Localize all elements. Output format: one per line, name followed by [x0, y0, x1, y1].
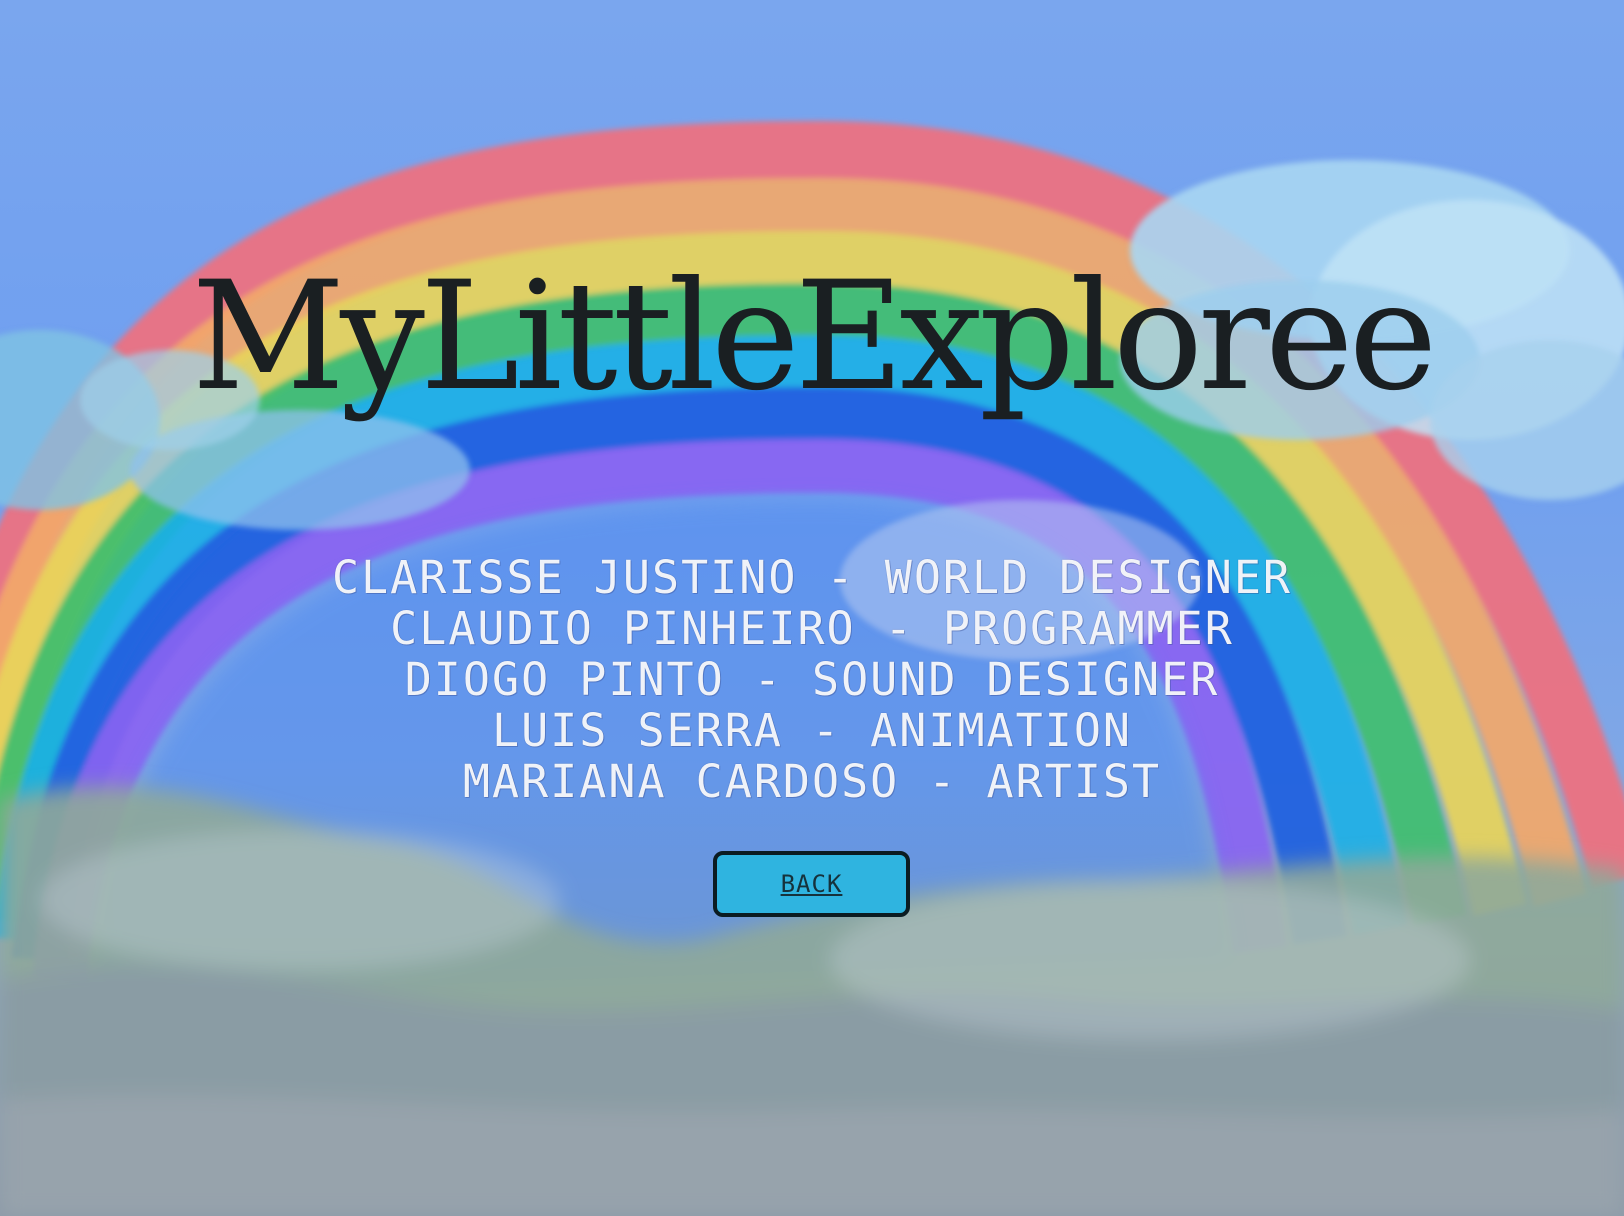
- back-button[interactable]: BACK: [713, 851, 910, 917]
- credit-line: MARIANA CARDOSO - ARTIST: [462, 755, 1162, 808]
- game-view: MyLittleExploree CLARISSE JUSTINO - WORL…: [0, 0, 1624, 1216]
- credit-line: CLAUDIO PINHEIRO - PROGRAMMER: [390, 602, 1234, 655]
- game-title: MyLittleExploree: [191, 250, 1438, 424]
- credit-line: DIOGO PINTO - SOUND DESIGNER: [404, 653, 1220, 706]
- credit-line: LUIS SERRA - ANIMATION: [491, 704, 1133, 757]
- credit-line: CLARISSE JUSTINO - WORLD DESIGNER: [331, 551, 1293, 604]
- credits-list: CLARISSE JUSTINO - WORLD DESIGNER CLAUDI…: [0, 552, 1624, 807]
